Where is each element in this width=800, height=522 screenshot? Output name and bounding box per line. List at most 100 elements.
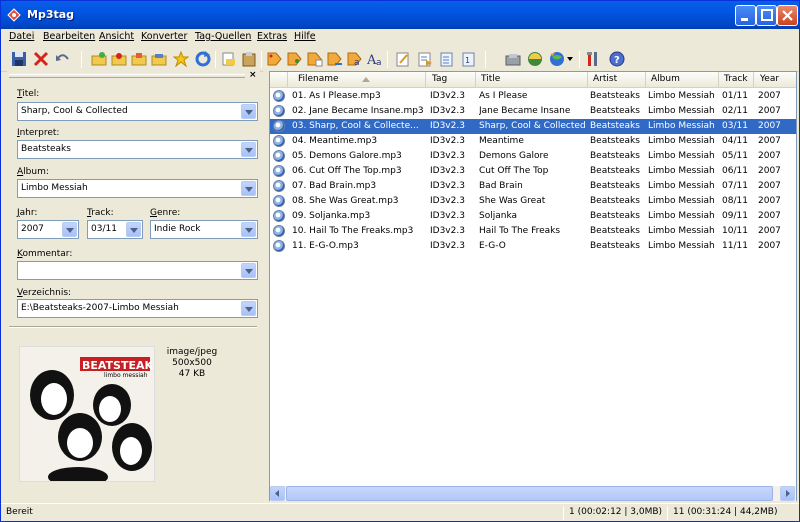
menu-extras[interactable]: Extras [257,31,287,42]
playlist-icon[interactable] [151,51,167,67]
track-label: Track: [87,208,114,218]
subfolder-icon[interactable] [131,51,147,67]
title-bar[interactable]: Mp3tag [1,1,799,29]
cell-artist: Beatsteaks [590,166,640,176]
file-row[interactable]: 04. Meantime.mp3 ID3v2.3 Meantime Beatsteak… [270,134,796,149]
cell-album: Limbo Messiah [648,151,715,161]
web-sources-icon[interactable] [549,51,565,67]
menu-datei[interactable]: Datei [9,31,34,42]
cell-album: Limbo Messiah [648,241,715,251]
mp3tag-app-icon [7,8,21,22]
chevron-down-icon[interactable] [126,222,141,237]
file-row[interactable]: 03. Sharp, Cool & Collecte... ID3v2.3 Shar… [270,119,796,134]
cell-title: Demons Galore [479,151,549,161]
freedb-icon[interactable] [505,51,521,67]
cell-title: Jane Became Insane [479,106,571,116]
export-icon[interactable] [417,51,433,67]
close-button[interactable] [777,5,798,26]
column-header-tag[interactable]: Tag [426,72,476,87]
file-row[interactable]: 09. Soljanka.mp3 ID3v2.3 Soljanka Beatsteak… [270,209,796,224]
tag-to-tag-icon[interactable] [327,51,343,67]
interpret-field[interactable]: Beatsteaks [17,140,258,159]
header-icon-column[interactable] [270,72,288,87]
panel-close-icon[interactable]: × [249,70,257,80]
chevron-down-icon[interactable] [62,222,77,237]
copy-tag-icon[interactable] [221,51,237,67]
column-header-artist[interactable]: Artist [588,72,646,87]
menu-ansicht[interactable]: Ansicht [99,31,134,42]
text-to-tag-icon[interactable] [307,51,323,67]
case-text-icon[interactable]: Aa [367,51,383,67]
case-conversion-icon[interactable]: a [347,51,363,67]
status-selection: 1 (00:02:12 | 3,0MB) [569,507,663,517]
playlist-export-icon[interactable]: 1 [461,51,477,67]
cell-album: Limbo Messiah [648,106,715,116]
panel-grip[interactable] [9,74,245,78]
file-row[interactable]: 06. Cut Off The Top.mp3 ID3v2.3 Cut Off Th… [270,164,796,179]
cover-art[interactable]: BEATSTEAKS limbo messiah [19,346,155,482]
file-row[interactable]: 07. Bad Brain.mp3 ID3v2.3 Bad Brain Beatste… [270,179,796,194]
undo-icon[interactable] [55,51,71,67]
column-header-track[interactable]: Track [719,72,754,87]
status-total: 11 (00:31:24 | 44,2MB) [673,507,778,517]
file-row[interactable]: 11. E-G-O.mp3 ID3v2.3 E-G-O Beatsteaks Limbo… [270,239,796,254]
track-field[interactable]: 03/11 [87,220,143,239]
mp3-file-icon [273,180,285,192]
file-row[interactable]: 02. Jane Became Insane.mp3 ID3v2.3 Jane Be… [270,104,796,119]
mp3-file-icon [273,195,285,207]
jahr-field[interactable]: 2007 [17,220,79,239]
menu-bearbeiten[interactable]: Bearbeiten [43,31,95,42]
add-folder-icon[interactable] [111,51,127,67]
favorite-star-icon[interactable] [173,51,189,67]
maximize-icon [761,9,773,21]
tag-to-filename-icon[interactable] [267,51,283,67]
verzeichnis-field[interactable]: E:\Beatsteaks-2007-Limbo Messiah [17,299,258,318]
minimize-button[interactable] [735,5,756,26]
toolbar-separator [579,51,580,68]
menu-tag-quellen[interactable]: Tag-Quellen [195,31,251,42]
filename-to-tag-icon[interactable] [287,51,303,67]
chevron-down-icon[interactable] [241,104,256,119]
chevron-down-icon[interactable] [241,222,256,237]
column-header-filename[interactable]: Filename [288,72,426,87]
file-row[interactable]: 10. Hail To The Freaks.mp3 ID3v2.3 Hail To… [270,224,796,239]
options-icon[interactable] [585,51,601,67]
column-header-title[interactable]: Title [476,72,588,87]
chevron-down-icon[interactable] [567,57,573,62]
edit-icon[interactable] [395,51,411,67]
save-icon[interactable] [11,51,27,67]
scroll-right-button[interactable] [780,486,795,501]
chevron-down-icon[interactable] [241,263,256,278]
genre-field[interactable]: Indie Rock [150,220,258,239]
amazon-icon[interactable] [527,51,543,67]
chevron-down-icon[interactable] [241,301,256,316]
delete-icon[interactable] [33,51,49,67]
cell-track: 11/11 [722,241,748,251]
interpret-value: Beatsteaks [21,144,71,154]
import-icon[interactable] [439,51,455,67]
chevron-down-icon[interactable] [241,142,256,157]
kommentar-field[interactable] [17,261,258,280]
refresh-icon[interactable] [195,51,211,67]
horizontal-scrollbar[interactable] [270,486,796,501]
menu-hilfe[interactable]: Hilfe [294,31,316,42]
album-field[interactable]: Limbo Messiah [17,179,258,198]
open-folder-icon[interactable] [91,51,107,67]
titel-field[interactable]: Sharp, Cool & Collected [17,102,258,121]
file-row[interactable]: 08. She Was Great.mp3 ID3v2.3 She Was Grea… [270,194,796,209]
chevron-down-icon[interactable] [241,181,256,196]
menu-konverter[interactable]: Konverter [141,31,187,42]
close-icon [782,10,793,21]
column-header-album[interactable]: Album [646,72,719,87]
file-list[interactable]: Filename Tag Title Artist Album Track Ye… [269,71,797,501]
cell-filename: 02. Jane Became Insane.mp3 [292,106,424,116]
file-row[interactable]: 05. Demons Galore.mp3 ID3v2.3 Demons Galor… [270,149,796,164]
file-row[interactable]: 01. As I Please.mp3 ID3v2.3 As I Please Bea… [270,89,796,104]
cover-mime: image/jpeg [166,347,218,357]
paste-tag-icon[interactable] [241,51,257,67]
scrollbar-thumb[interactable] [286,486,773,501]
help-icon[interactable]: ? [609,51,625,67]
maximize-button[interactable] [756,5,777,26]
scroll-left-button[interactable] [270,486,285,501]
column-header-year[interactable]: Year [754,72,796,87]
